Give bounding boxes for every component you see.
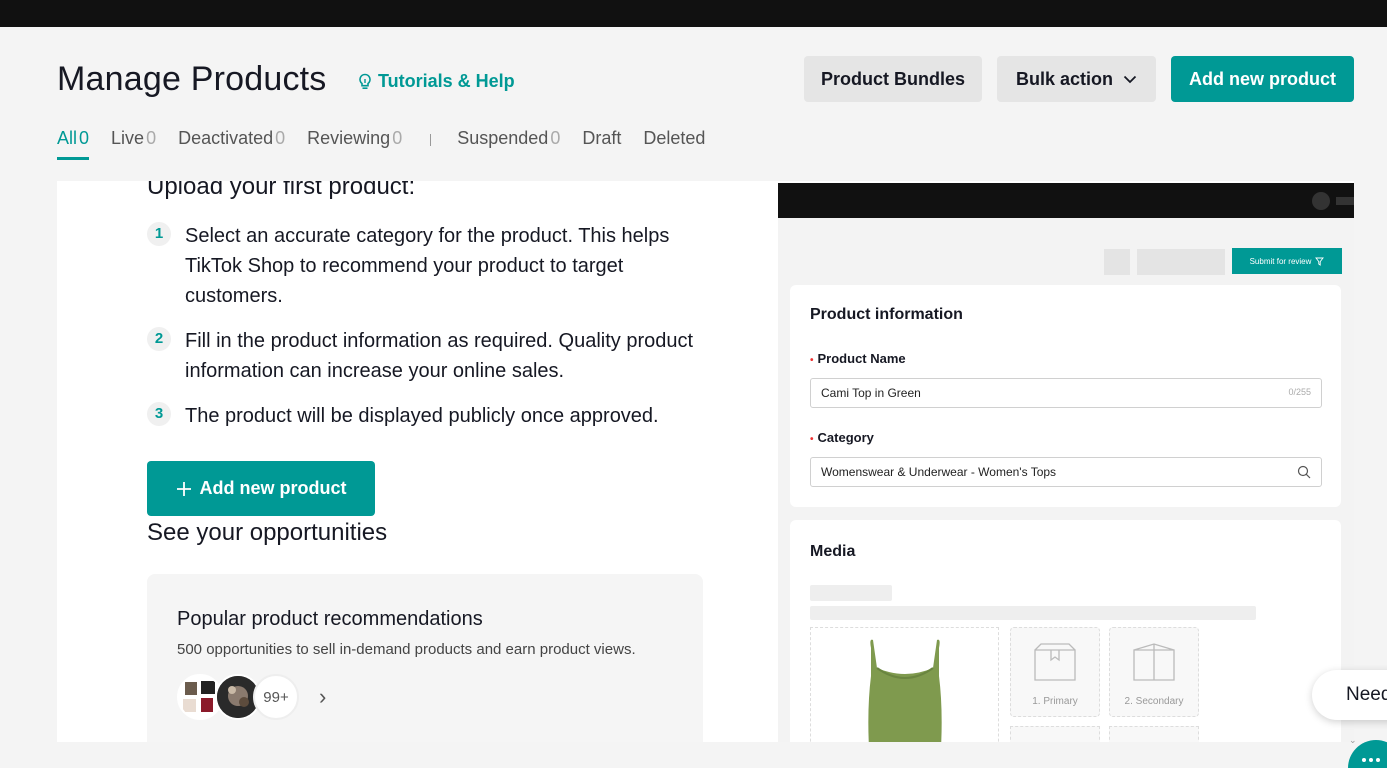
tab-label: Deleted — [643, 128, 706, 148]
chevron-down-icon — [1123, 75, 1137, 83]
chevron-right-icon[interactable]: › — [319, 684, 326, 710]
search-icon — [1297, 465, 1311, 479]
page-header: Manage Products Tutorials & Help Product… — [57, 56, 1354, 104]
product-name-value: Cami Top in Green — [821, 386, 921, 400]
category-value: Womenswear & Underwear - Women's Tops — [821, 465, 1057, 479]
step-text: Fill in the product information as requi… — [185, 330, 694, 382]
step-item: 3 The product will be displayed publicly… — [147, 401, 707, 431]
skeleton-line — [810, 606, 1256, 620]
label-text: Category — [817, 430, 874, 445]
product-name-label: • Product Name — [810, 351, 906, 366]
recommendations-card[interactable]: Popular product recommendations 500 oppo… — [147, 574, 703, 742]
tab-suspended[interactable]: Suspended 0 — [457, 128, 560, 160]
product-thumbnails: 99+ › — [177, 674, 326, 720]
tab-deleted[interactable]: Deleted — [643, 128, 705, 160]
tab-divider — [430, 134, 432, 146]
status-tabs: All 0 Live 0 Deactivated 0 Reviewing 0 Suspe… — [57, 128, 727, 162]
step-number: 1 — [147, 222, 171, 246]
menu-placeholder — [1336, 197, 1354, 205]
bulk-action-button[interactable]: Bulk action — [997, 56, 1156, 102]
tab-count: 0 — [79, 128, 90, 148]
add-new-product-button[interactable]: Add new product — [147, 461, 375, 516]
placeholder-button — [1137, 249, 1225, 275]
tab-label: All — [57, 128, 78, 148]
product-name-field: Cami Top in Green 0/255 — [810, 378, 1322, 408]
image-slot-secondary: 2. Secondary — [1109, 627, 1199, 717]
submit-for-review-button: Submit for review — [1232, 248, 1342, 274]
tutorials-help-link[interactable]: Tutorials & Help — [357, 71, 515, 92]
preview-topbar — [778, 183, 1354, 218]
upload-title: Upload your first product: — [147, 181, 416, 200]
media-title: Media — [810, 543, 856, 560]
recommendations-title: Popular product recommendations — [177, 608, 483, 630]
step-item: 1 Select an accurate category for the pr… — [147, 221, 707, 311]
tab-count: 0 — [392, 128, 403, 148]
bulk-action-label: Bulk action — [1015, 68, 1113, 89]
open-box-icon — [1133, 643, 1175, 681]
char-count: 0/255 — [1288, 387, 1311, 397]
plus-icon — [176, 481, 191, 496]
category-label: • Category — [810, 430, 874, 445]
tab-label: Deactivated — [178, 128, 274, 148]
box-icon — [1034, 643, 1076, 681]
step-text: Select an accurate category for the prod… — [185, 225, 670, 307]
tab-count: 0 — [550, 128, 561, 148]
skeleton-line — [810, 585, 892, 601]
tutorials-help-label: Tutorials & Help — [378, 71, 515, 91]
tab-label: Draft — [582, 128, 622, 148]
tab-count: 0 — [275, 128, 286, 148]
opportunities-title: See your opportunities — [147, 519, 388, 546]
collapse-caret-icon: ⌄ — [1349, 735, 1357, 745]
product-form-preview: Submit for review Product information • P… — [778, 183, 1354, 742]
submit-label: Submit for review — [1249, 256, 1312, 266]
step-item: 2 Fill in the product information as req… — [147, 326, 707, 386]
slot-label: 2. Secondary — [1124, 696, 1184, 707]
tab-live[interactable]: Live 0 — [111, 128, 156, 160]
step-number: 3 — [147, 402, 171, 426]
recommendations-description: 500 opportunities to sell in-demand prod… — [177, 641, 636, 658]
product-information-title: Product information — [810, 306, 963, 323]
need-help-button[interactable]: Need — [1312, 670, 1387, 720]
empty-state-panel: Upload your first product: 1 Select an a… — [57, 181, 1354, 742]
page-title: Manage Products — [57, 60, 327, 98]
tab-label: Reviewing — [307, 128, 391, 148]
placeholder-button — [1104, 249, 1130, 275]
tab-all[interactable]: All 0 — [57, 128, 90, 160]
media-card: Media 1. Primary 2. Secondary — [790, 520, 1341, 742]
image-slot — [1010, 726, 1100, 742]
add-new-product-label: Add new product — [199, 478, 347, 498]
avatar — [1312, 192, 1330, 210]
tab-label: Live — [111, 128, 145, 148]
add-new-product-header-button[interactable]: Add new product — [1171, 56, 1354, 102]
product-bundles-button[interactable]: Product Bundles — [804, 56, 982, 102]
upload-steps: 1 Select an accurate category for the pr… — [147, 221, 707, 446]
step-number: 2 — [147, 327, 171, 351]
more-products-count: 99+ — [253, 674, 299, 720]
filter-icon — [1315, 257, 1325, 266]
label-text: Product Name — [817, 351, 906, 366]
tab-reviewing[interactable]: Reviewing 0 — [307, 128, 402, 160]
image-slot — [1109, 726, 1199, 742]
step-text: The product will be displayed publicly o… — [185, 405, 659, 427]
tab-count: 0 — [146, 128, 157, 148]
category-field: Womenswear & Underwear - Women's Tops — [810, 457, 1322, 487]
tab-draft[interactable]: Draft — [582, 128, 621, 160]
tab-label: Suspended — [457, 128, 549, 148]
tab-deactivated[interactable]: Deactivated 0 — [178, 128, 285, 160]
image-slot-primary: 1. Primary — [1010, 627, 1100, 717]
slot-label: 1. Primary — [1032, 696, 1078, 707]
top-nav-bar — [0, 0, 1387, 27]
product-information-card: Product information • Product Name Cami T… — [790, 285, 1341, 507]
main-product-image — [810, 627, 999, 742]
lightbulb-icon — [359, 73, 371, 89]
